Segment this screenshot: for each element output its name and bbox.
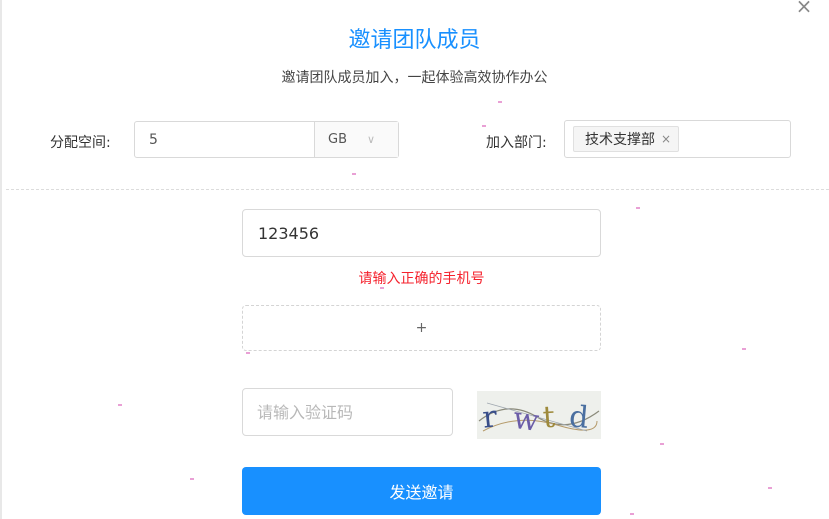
noise-speck xyxy=(380,287,384,289)
send-invite-button[interactable]: 发送邀请 xyxy=(242,467,601,515)
noise-speck xyxy=(482,125,486,127)
department-tag-label: 技术支撑部 xyxy=(585,132,655,148)
noise-speck xyxy=(246,352,250,354)
unit-value: GB xyxy=(328,132,347,147)
add-member-button[interactable]: + xyxy=(242,305,601,351)
dialog-subtitle: 邀请团队成员加入，一起体验高效协作办公 xyxy=(281,70,548,86)
noise-speck xyxy=(118,404,122,406)
section-divider xyxy=(6,189,829,190)
department-label: 加入部门: xyxy=(486,135,547,151)
close-icon[interactable]: × xyxy=(792,0,816,18)
noise-speck xyxy=(190,478,194,480)
plus-icon: + xyxy=(415,320,428,336)
space-label: 分配空间: xyxy=(50,135,111,151)
noise-speck xyxy=(768,487,772,489)
close-icon[interactable]: × xyxy=(661,132,671,146)
space-input[interactable] xyxy=(135,122,315,157)
space-input-group: GB ∨ xyxy=(134,121,399,158)
captcha-image[interactable]: r w t d xyxy=(477,391,601,439)
noise-speck xyxy=(630,513,634,515)
captcha-char: w xyxy=(511,401,542,439)
invite-dialog: × 邀请团队成员 邀请团队成员加入，一起体验高效协作办公 分配空间: GB ∨ … xyxy=(0,0,829,519)
department-select[interactable]: 技术支撑部 × xyxy=(564,120,791,158)
unit-select[interactable]: GB ∨ xyxy=(315,122,398,157)
phone-error-message: 请输入正确的手机号 xyxy=(358,271,485,287)
noise-speck xyxy=(742,348,746,350)
captcha-char: d xyxy=(568,399,590,436)
verification-code-input[interactable] xyxy=(242,388,453,436)
chevron-down-icon: ∨ xyxy=(367,133,376,146)
captcha-graphic: r w t d xyxy=(477,391,601,439)
phone-input[interactable] xyxy=(242,209,601,257)
noise-speck xyxy=(352,173,356,175)
department-tag: 技术支撑部 × xyxy=(573,126,680,152)
dialog-title: 邀请团队成员 xyxy=(348,28,481,53)
noise-speck xyxy=(498,101,502,103)
noise-speck xyxy=(636,207,640,209)
captcha-char: t xyxy=(542,400,556,436)
noise-speck xyxy=(660,443,664,445)
